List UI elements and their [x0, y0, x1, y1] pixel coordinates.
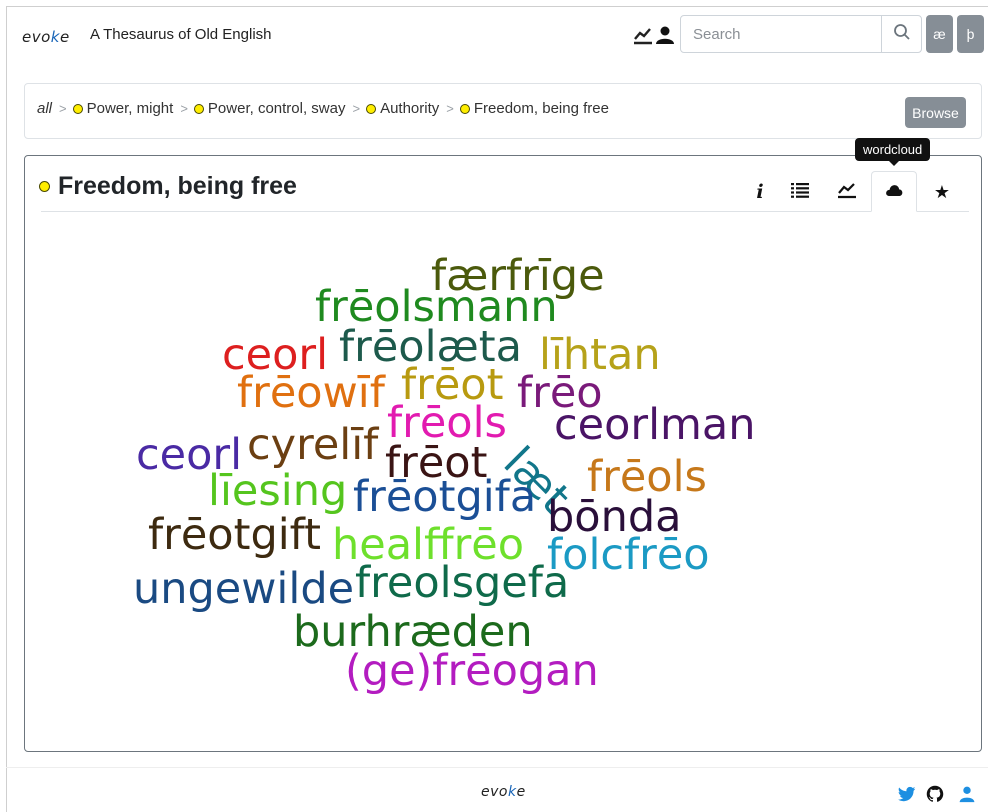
breadcrumb: all > Power, might > Power, control, swa… — [37, 100, 609, 117]
cloud-word[interactable]: frēotgifa — [353, 476, 536, 519]
search-icon — [893, 23, 911, 45]
search-box — [680, 15, 922, 53]
brand-part: evo — [481, 784, 508, 800]
cloud-word[interactable]: freolsgefa — [355, 562, 569, 605]
breadcrumb-item[interactable]: Power, might — [87, 100, 174, 117]
user-icon[interactable] — [958, 785, 976, 803]
footer-logo[interactable]: evoke — [481, 784, 526, 800]
cloud-word[interactable]: folcfrēo — [547, 534, 710, 577]
app-title[interactable]: A Thesaurus of Old English — [90, 26, 272, 43]
breadcrumb-item[interactable]: Authority — [380, 100, 439, 117]
brand-part: e — [59, 28, 70, 46]
trend-chart-icon[interactable] — [632, 24, 654, 46]
category-dot-icon — [366, 103, 377, 114]
word-cloud: færfrīge frēolsmann ceorl frēolæta līhta… — [25, 156, 983, 753]
breadcrumb-item[interactable]: Power, control, sway — [208, 100, 346, 117]
breadcrumb-separator: > — [446, 101, 454, 116]
brand-logo[interactable]: evoke — [22, 28, 70, 46]
category-dot-icon — [459, 103, 470, 114]
github-icon[interactable] — [926, 785, 944, 803]
breadcrumb-item-current[interactable]: Freedom, being free — [474, 100, 609, 117]
char-thorn-button[interactable]: þ — [957, 15, 984, 53]
breadcrumb-separator: > — [352, 101, 361, 116]
cloud-word[interactable]: ungewilde — [133, 568, 354, 611]
brand-part: k — [50, 28, 60, 46]
brand-part: k — [507, 784, 517, 800]
navbar: evoke A Thesaurus of Old English æ þ — [6, 6, 988, 68]
category-dot-icon — [193, 103, 204, 114]
cloud-word[interactable]: (ge)frēogan — [345, 650, 599, 693]
breadcrumb-separator: > — [59, 101, 67, 116]
browse-button[interactable]: Browse — [905, 97, 966, 128]
category-panel: Freedom, being free i ★ wordcloud færfrī… — [24, 138, 983, 753]
footer-divider — [6, 767, 988, 768]
breadcrumb-root[interactable]: all — [37, 100, 52, 117]
breadcrumb-card: all > Power, might > Power, control, swa… — [24, 83, 982, 139]
breadcrumb-separator: > — [180, 101, 188, 116]
cloud-word[interactable]: ceorlman — [554, 404, 756, 447]
user-icon[interactable] — [654, 24, 676, 46]
search-input[interactable] — [681, 16, 879, 52]
char-ash-button[interactable]: æ — [926, 15, 953, 53]
twitter-icon[interactable] — [898, 785, 916, 803]
cloud-word[interactable]: cyrelīf — [247, 424, 378, 467]
category-dot-icon — [72, 103, 83, 114]
cloud-word[interactable]: frēotgift — [148, 514, 321, 557]
search-button[interactable] — [881, 16, 921, 52]
cloud-word[interactable]: līesing — [208, 470, 347, 513]
cloud-word[interactable]: frēowīf — [237, 372, 385, 415]
brand-part: e — [516, 784, 526, 800]
brand-part: evo — [22, 28, 51, 46]
